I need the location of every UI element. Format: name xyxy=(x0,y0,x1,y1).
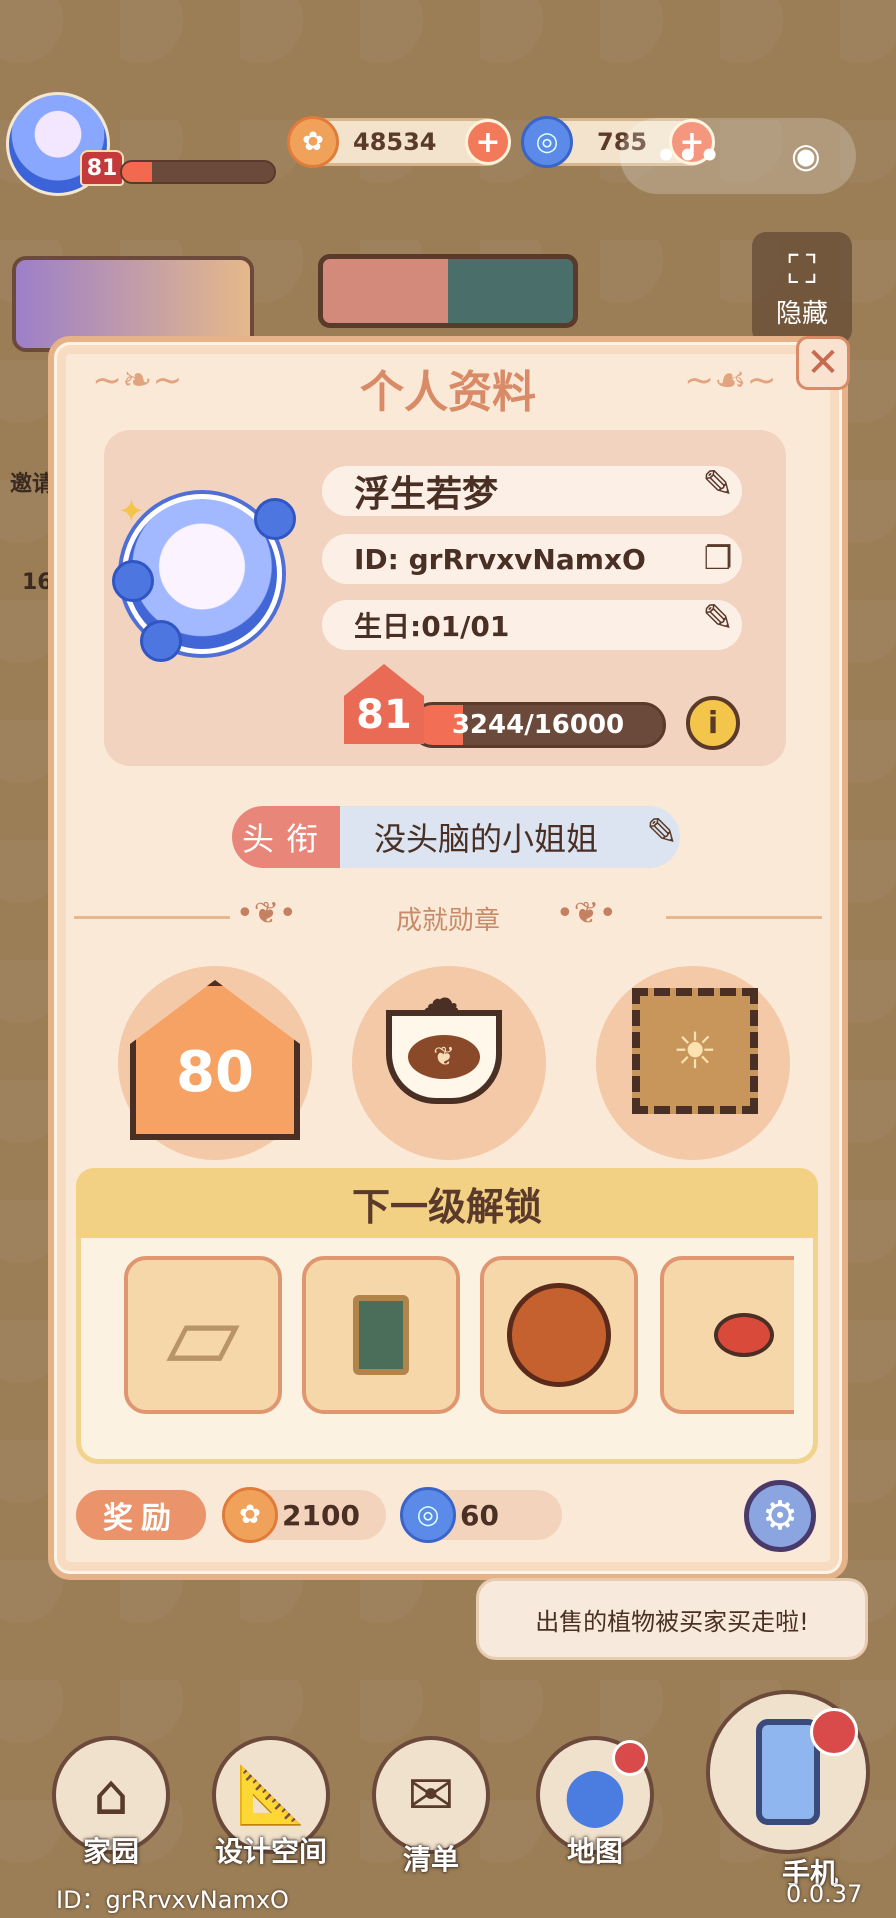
coin-icon: ✿ xyxy=(222,1487,278,1543)
nickname-text: 浮生若梦 xyxy=(354,474,499,515)
reward-tag: 奖励 xyxy=(76,1490,206,1540)
footer-player-id: ID：grRrvxvNamxO xyxy=(56,1886,289,1914)
house-icon: ⌂ xyxy=(93,1762,129,1828)
coin-counter: ✿ 48534 + xyxy=(287,116,511,168)
gear-icon[interactable]: ⚙ xyxy=(744,1480,816,1552)
steam-icon: ☁ xyxy=(420,976,460,1022)
weather-banner[interactable] xyxy=(318,254,578,328)
fullscreen-icon: ⛶ xyxy=(788,246,816,293)
sparkle-icon: ✦ xyxy=(118,492,145,530)
achievement-label: 成就勋章 xyxy=(395,906,500,936)
latte-badge[interactable]: ❦ xyxy=(386,1010,502,1104)
list-icon: ✉ xyxy=(407,1762,455,1828)
unlock-header: 下一级解锁 xyxy=(76,1168,818,1238)
nav-list-button[interactable]: ✉ xyxy=(372,1736,490,1854)
hide-ui-button[interactable]: ⛶ 隐藏 xyxy=(752,232,852,344)
close-button[interactable]: ✕ xyxy=(796,336,850,390)
coin-amount: 48534 xyxy=(353,128,437,156)
reward-gems: ◎ 60 xyxy=(400,1487,562,1543)
nav-design-label: 设计空间 xyxy=(214,1835,327,1868)
reward-coins-amount: 2100 xyxy=(282,1498,360,1532)
title-value: 没头脑的小姐姐 xyxy=(340,806,680,868)
nav-home-label: 家园 xyxy=(82,1835,139,1868)
unlock-item-door-panel[interactable]: ▱ xyxy=(124,1256,282,1414)
door-panel-icon: ▱ xyxy=(166,1279,240,1391)
title-tag: 头衔 xyxy=(232,806,340,868)
reward-gems-amount: 60 xyxy=(460,1498,499,1532)
gem-icon: ◎ xyxy=(400,1487,456,1543)
notification-toast: 出售的植物被买家买走啦! xyxy=(476,1578,868,1660)
player-xp-fill xyxy=(122,162,153,182)
map-pin-icon: ⬤ xyxy=(563,1762,627,1828)
edit-title-icon[interactable]: ✎ xyxy=(634,808,690,856)
map-notification-dot xyxy=(612,1740,648,1776)
level-info-button[interactable]: i xyxy=(686,696,740,750)
stamp-badge[interactable]: ☀ xyxy=(632,988,758,1114)
phone-notification-dot xyxy=(810,1708,858,1756)
birthday-text: 生日:01/01 xyxy=(354,610,510,643)
divider xyxy=(666,916,822,919)
copy-id-icon[interactable]: ❐ xyxy=(690,534,746,582)
rose-icon xyxy=(254,498,296,540)
ping-pong-paddle-icon xyxy=(714,1313,774,1357)
nav-list-label: 清单 xyxy=(402,1843,459,1876)
hide-label: 隐藏 xyxy=(775,298,828,329)
more-icon[interactable]: ••• xyxy=(655,136,720,176)
player-level-badge: 81 xyxy=(80,150,124,186)
design-ruler-icon: 📐 xyxy=(236,1763,306,1828)
nav-map-label: 地图 xyxy=(566,1835,623,1868)
rose-icon xyxy=(112,560,154,602)
edit-birthday-icon[interactable]: ✎ xyxy=(690,594,746,642)
basketball-icon xyxy=(507,1283,611,1387)
unlock-item-ping-pong-paddles[interactable] xyxy=(660,1256,794,1414)
divider xyxy=(74,916,230,919)
edit-nickname-icon[interactable]: ✎ xyxy=(690,460,746,508)
coin-icon: ✿ xyxy=(287,116,339,168)
nickname-field: 浮生若梦 xyxy=(322,466,742,516)
latte-art-icon: ❦ xyxy=(408,1035,480,1079)
mini-program-capsule: ••• ◉ xyxy=(620,118,856,194)
rose-icon xyxy=(140,620,182,662)
gem-icon: ◎ xyxy=(521,116,573,168)
reward-coins: ✿ 2100 xyxy=(222,1487,386,1543)
player-id-text: ID: grRrvxvNamxO xyxy=(354,542,646,576)
close-mini-program-icon[interactable]: ◉ xyxy=(791,136,821,176)
player-id-field: ID: grRrvxvNamxO xyxy=(322,534,742,584)
unlock-item-easel-board[interactable] xyxy=(302,1256,460,1414)
panel-title: 个人资料 xyxy=(360,367,536,418)
divider-ornament: •❦• xyxy=(236,896,297,931)
add-coins-button[interactable]: + xyxy=(465,119,511,165)
player-xp-bar xyxy=(120,160,276,184)
level-progress-text: 3244/16000 xyxy=(451,710,625,740)
unlock-item-basketball[interactable] xyxy=(480,1256,638,1414)
version-label: 0.0.37 xyxy=(786,1880,863,1908)
easel-board-icon xyxy=(353,1295,409,1375)
birthday-field: 生日:01/01 xyxy=(322,600,742,650)
